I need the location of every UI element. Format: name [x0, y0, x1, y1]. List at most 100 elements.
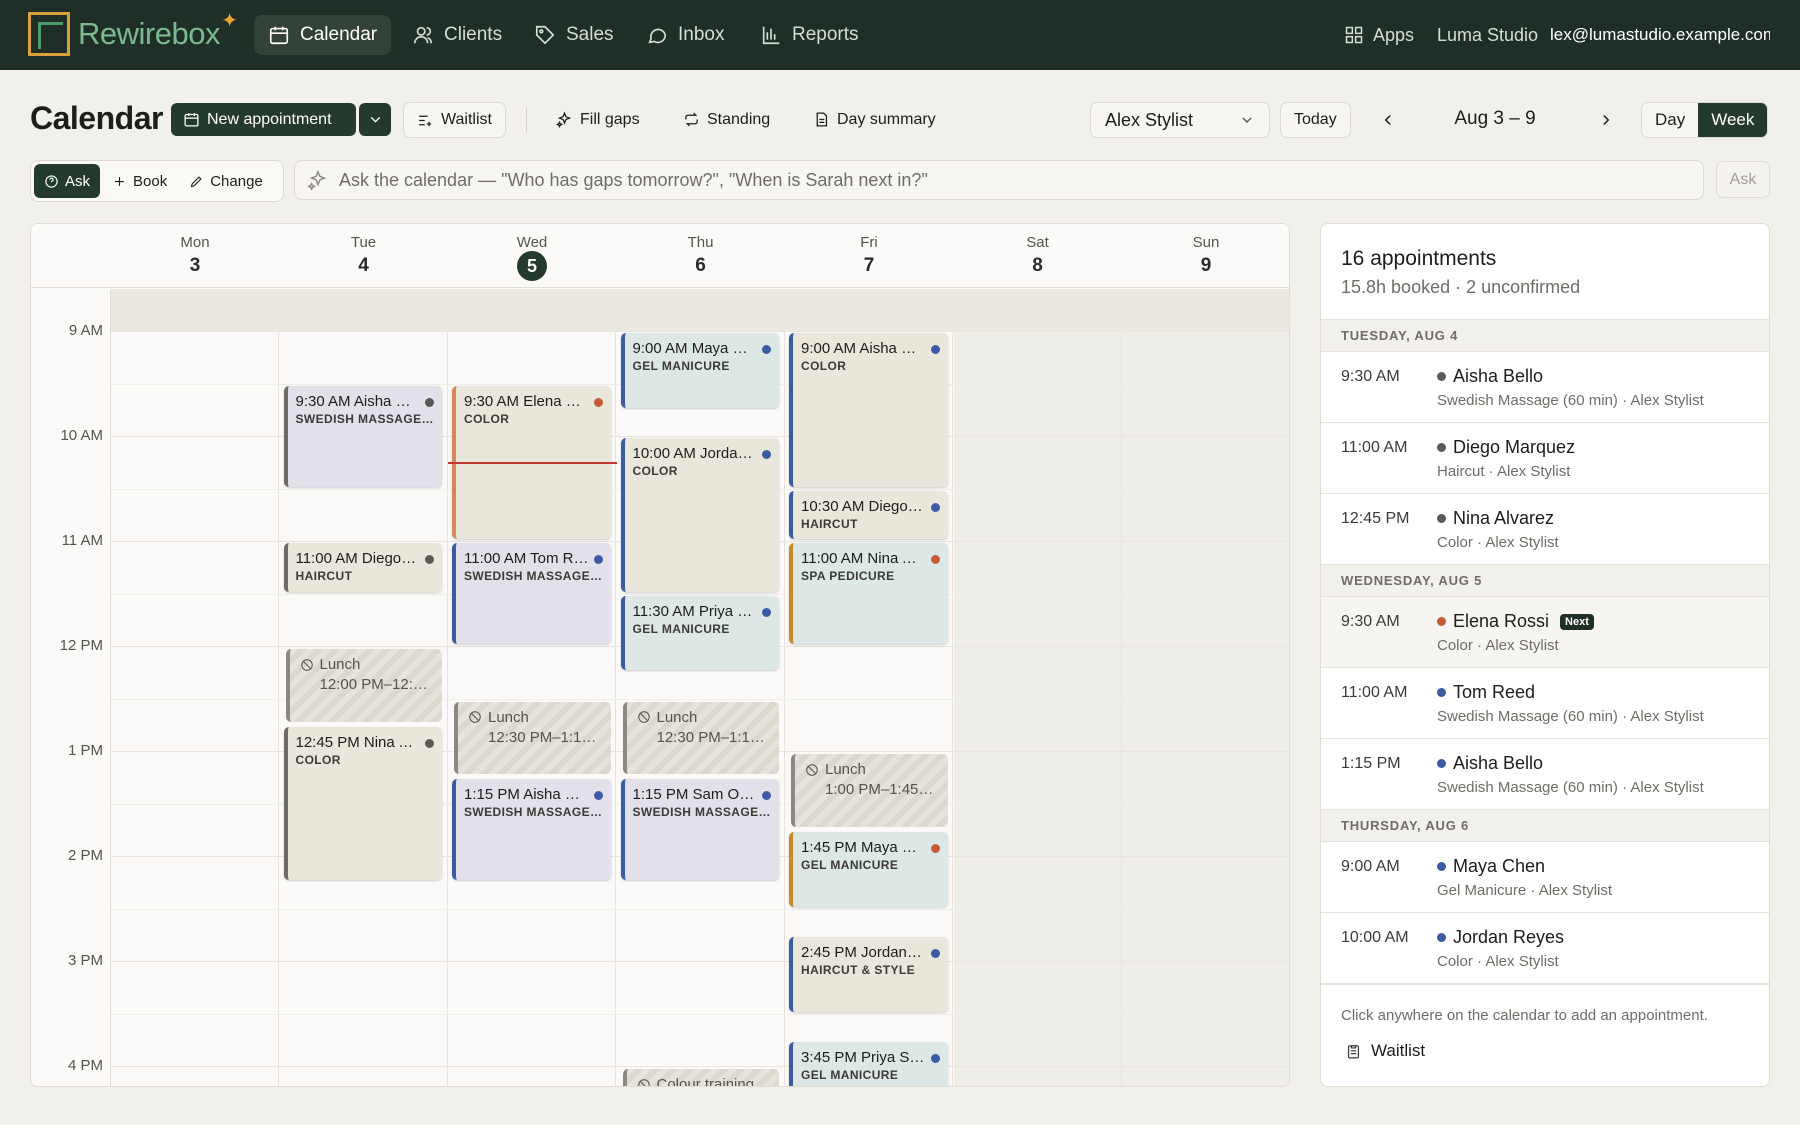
staff-select[interactable]: Alex Stylist — [1090, 102, 1270, 138]
ask-submit-button[interactable]: Ask — [1716, 161, 1770, 198]
day-column[interactable] — [1122, 289, 1289, 1086]
appointment-card[interactable]: 9:30 AM Aisha BelloSWEDISH MASSAGE (60 M… — [283, 385, 442, 487]
appointment-list-item[interactable]: 1:15 PM Aisha Bello Swedish Massage (60 mi… — [1321, 739, 1769, 810]
mode-book[interactable]: Book — [102, 164, 177, 198]
list-item-name: Maya Chen — [1437, 856, 1545, 877]
status-dot — [425, 738, 434, 748]
day-header[interactable]: Sat 8 — [954, 224, 1122, 288]
appointment-title: 9:00 AM Maya Chen — [632, 340, 769, 357]
day-header[interactable]: Tue 4 — [280, 224, 448, 288]
appointment-card[interactable]: 2:45 PM Jordan Reyes HAIRCUT & STYLE — [789, 936, 948, 1012]
mode-change-label: Change — [210, 172, 263, 190]
status-dot — [1437, 372, 1446, 381]
appointment-service: GEL MANICURE — [632, 359, 730, 373]
client-name: Aisha Bello — [1453, 753, 1544, 773]
ask-input[interactable]: Ask the calendar — "Who has gaps tomorro… — [294, 160, 1704, 200]
appointment-list-item[interactable]: 10:00 AM Jordan Reyes Color · Alex Stylist — [1321, 913, 1769, 984]
calendar-grid[interactable]: 9 AM 10 AM 11 AM 12 PM 1 PM 2 PM 3 PM 4 PM Lunc… — [31, 289, 1289, 1086]
appointment-card[interactable]: 11:00 AM Tom Reed SWEDISH MASSAGE (60 MIN… — [452, 543, 611, 644]
list-item-meta: Haircut · Alex Stylist — [1437, 463, 1571, 480]
mode-ask[interactable]: Ask — [34, 164, 101, 198]
appointment-list-item[interactable]: 9:30 AM Elena Rossi Next Color · Alex Styli… — [1321, 597, 1769, 668]
status-dot — [1437, 862, 1446, 871]
nav-sales[interactable]: Sales — [520, 15, 628, 55]
new-appointment-menu-button[interactable] — [359, 103, 391, 136]
client-name: Jordan Reyes — [1453, 927, 1565, 947]
panel-subtitle: 15.8h booked · 2 unconfirmed — [1341, 277, 1581, 297]
block-title: Lunch — [468, 709, 601, 726]
prev-week-button[interactable] — [1374, 106, 1402, 134]
block-range: 12:30 PM–1:15 PM — [656, 728, 770, 746]
block-title: Lunch — [300, 656, 433, 673]
appointment-list-item[interactable]: 11:00 AM Diego Marquez Haircut · Alex Styl… — [1321, 423, 1769, 494]
view-day-button[interactable]: Day — [1642, 103, 1698, 137]
client-name: Nina Alvarez — [1453, 508, 1555, 528]
document-icon — [816, 112, 828, 127]
status-dot — [425, 397, 434, 407]
status-dot — [930, 1053, 940, 1063]
block-range: 12:30 PM–1:15 PM — [488, 728, 601, 746]
nav-clients[interactable]: Clients — [398, 15, 516, 55]
block-title: Lunch — [637, 709, 770, 726]
appointment-card[interactable]: 9:00 AM Aisha Bello COLOR — [789, 333, 948, 487]
blocked-time[interactable]: Lunch 12:30 PM–1:15 PM — [454, 701, 611, 775]
appointment-list-item[interactable]: 9:00 AM Maya Chen Gel Manicure · Alex Styl… — [1321, 842, 1769, 913]
apps-button[interactable]: Apps — [1344, 15, 1414, 55]
day-name: Sat — [1026, 234, 1049, 251]
appointment-card[interactable]: 11:30 AM Priya Shah GEL MANICURE — [620, 595, 779, 671]
new-appointment-button[interactable]: New appointment — [171, 103, 356, 136]
appointment-card[interactable]: 11:00 AM Nina Alvarez SPA PEDICURE — [789, 543, 948, 644]
appointment-list: TUESDAY, AUG 4 9:30 AM Aisha Bello Swedish … — [1321, 319, 1769, 984]
standing-button[interactable]: Standing — [683, 103, 770, 136]
ban-icon — [469, 711, 481, 723]
appointment-list-item[interactable]: 9:30 AM Aisha Bello Swedish Massage (60 mi… — [1321, 352, 1769, 423]
view-toggle: Day Week — [1641, 102, 1769, 138]
appointment-card[interactable]: 9:00 AM Maya Chen GEL MANICURE — [620, 333, 779, 408]
day-column[interactable] — [953, 289, 1122, 1086]
waitlist-link[interactable]: Waitlist — [1345, 1041, 1425, 1061]
sparkles-icon — [556, 111, 572, 128]
user-email[interactable]: lex@lumastudio.example.com — [1550, 15, 1770, 55]
blocked-time[interactable]: Lunch 12:30 PM–1:15 PM — [622, 701, 779, 775]
day-header[interactable]: Thu 6 — [617, 224, 785, 288]
next-week-button[interactable] — [1592, 106, 1620, 134]
appointment-card[interactable]: 11:00 AM Diego Marquez HAIRCUT — [283, 543, 442, 592]
waitlist-button[interactable]: Waitlist — [403, 102, 506, 138]
sparkle-icon: ✦ — [221, 10, 238, 32]
list-item-time: 1:15 PM — [1341, 755, 1401, 772]
appointment-card[interactable]: 1:45 PM Maya Chen GEL MANICURE — [789, 831, 948, 907]
appointment-card[interactable]: 12:45 PM Nina Alvarez COLOR — [283, 726, 442, 881]
appointment-list-item[interactable]: 11:00 AM Tom Reed Swedish Massage (60 min)… — [1321, 668, 1769, 739]
day-column[interactable] — [111, 289, 279, 1086]
appointment-card[interactable]: 10:00 AM Jordan Reyes COLOR — [620, 438, 779, 592]
nav-inbox[interactable]: Inbox — [632, 15, 738, 55]
mode-change[interactable]: Change — [179, 164, 273, 198]
list-item-meta: Color · Alex Stylist — [1437, 637, 1559, 654]
today-button[interactable]: Today — [1280, 102, 1351, 138]
waitlist-link-label: Waitlist — [1371, 1041, 1426, 1060]
blocked-time[interactable]: Colour training — [622, 1069, 779, 1086]
nav-calendar[interactable]: Calendar — [254, 15, 392, 55]
appointment-card[interactable]: 3:45 PM Priya Shah GEL MANICURE — [789, 1041, 948, 1086]
day-header[interactable]: Wed 5 — [448, 224, 616, 288]
appointment-card[interactable]: 1:15 PM Sam OkaforSWEDISH MASSAGE (60 MI… — [620, 779, 779, 881]
day-header[interactable]: Mon 3 — [111, 224, 279, 288]
day-summary-button[interactable]: Day summary — [813, 103, 936, 136]
list-item-name: Aisha Bello — [1437, 753, 1543, 774]
app-logo[interactable]: Rewirebox ✦ — [28, 10, 238, 56]
day-header[interactable]: Fri 7 — [785, 224, 953, 288]
list-item-name: Nina Alvarez — [1437, 508, 1554, 529]
view-week-button[interactable]: Week — [1698, 103, 1768, 137]
appointment-list-item[interactable]: 12:45 PM Nina Alvarez Color · Alex Stylist — [1321, 494, 1769, 565]
appointment-card[interactable]: 1:15 PM Aisha BelloSWEDISH MASSAGE (60 M… — [452, 779, 611, 881]
day-header[interactable]: Sun 9 — [1122, 224, 1289, 288]
appointment-card[interactable]: 10:30 AM Diego MarquezHAIRCUT — [789, 490, 948, 539]
bar-chart-icon — [762, 26, 780, 45]
day-column[interactable] — [617, 289, 785, 1086]
nav-reports[interactable]: Reports — [746, 15, 873, 55]
current-time-line — [448, 462, 617, 465]
fill-gaps-button[interactable]: Fill gaps — [556, 103, 640, 136]
blocked-time[interactable]: Lunch 1:00 PM–1:45 PM — [791, 754, 948, 827]
blocked-time[interactable]: Lunch 12:00 PM–12:45 PM — [285, 649, 442, 722]
workspace-name[interactable]: Luma Studio — [1437, 15, 1538, 55]
